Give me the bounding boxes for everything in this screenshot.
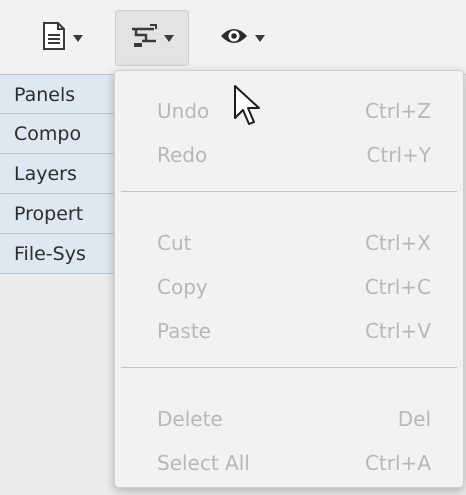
- chevron-down-icon: [73, 34, 83, 42]
- edit-menu: Undo Ctrl+Z Redo Ctrl+Y Cut Ctrl+X Copy …: [114, 70, 464, 488]
- menu-item-redo[interactable]: Redo Ctrl+Y: [115, 135, 463, 175]
- menu-item-delete[interactable]: Delete Del: [115, 399, 463, 439]
- menu-item-shortcut: Ctrl+V: [364, 319, 431, 343]
- menu-item-cut[interactable]: Cut Ctrl+X: [115, 223, 463, 263]
- menu-item-shortcut: Ctrl+X: [364, 231, 431, 255]
- menu-item-label: Redo: [157, 143, 208, 167]
- view-menu-button[interactable]: [202, 10, 282, 66]
- mouse-cursor-icon: [233, 84, 263, 134]
- menu-item-copy[interactable]: Copy Ctrl+C: [115, 267, 463, 307]
- menu-item-shortcut: Ctrl+Z: [364, 99, 431, 123]
- chevron-down-icon: [255, 34, 265, 42]
- menu-item-label: Select All: [157, 451, 250, 475]
- document-menu-button[interactable]: [22, 10, 102, 66]
- menu-separator: [121, 367, 457, 368]
- menu-item-shortcut: Ctrl+A: [364, 451, 431, 475]
- menu-item-select-all[interactable]: Select All Ctrl+A: [115, 443, 463, 483]
- chevron-down-icon: [164, 34, 174, 42]
- toolbar: [0, 0, 466, 75]
- menu-item-undo[interactable]: Undo Ctrl+Z: [115, 91, 463, 131]
- menu-item-label: Paste: [157, 319, 211, 343]
- eye-icon: [219, 24, 249, 52]
- menu-item-label: Delete: [157, 407, 223, 431]
- menu-item-label: Copy: [157, 275, 208, 299]
- menu-item-paste[interactable]: Paste Ctrl+V: [115, 311, 463, 351]
- menu-item-label: Undo: [157, 99, 210, 123]
- edit-menu-button[interactable]: [115, 10, 189, 66]
- menu-separator: [121, 191, 457, 192]
- menu-item-shortcut: Del: [397, 407, 431, 431]
- menu-item-label: Cut: [157, 231, 192, 255]
- edit-icon: [130, 23, 158, 53]
- document-icon: [41, 21, 67, 55]
- menu-item-shortcut: Ctrl+Y: [366, 143, 431, 167]
- menu-item-shortcut: Ctrl+C: [364, 275, 431, 299]
